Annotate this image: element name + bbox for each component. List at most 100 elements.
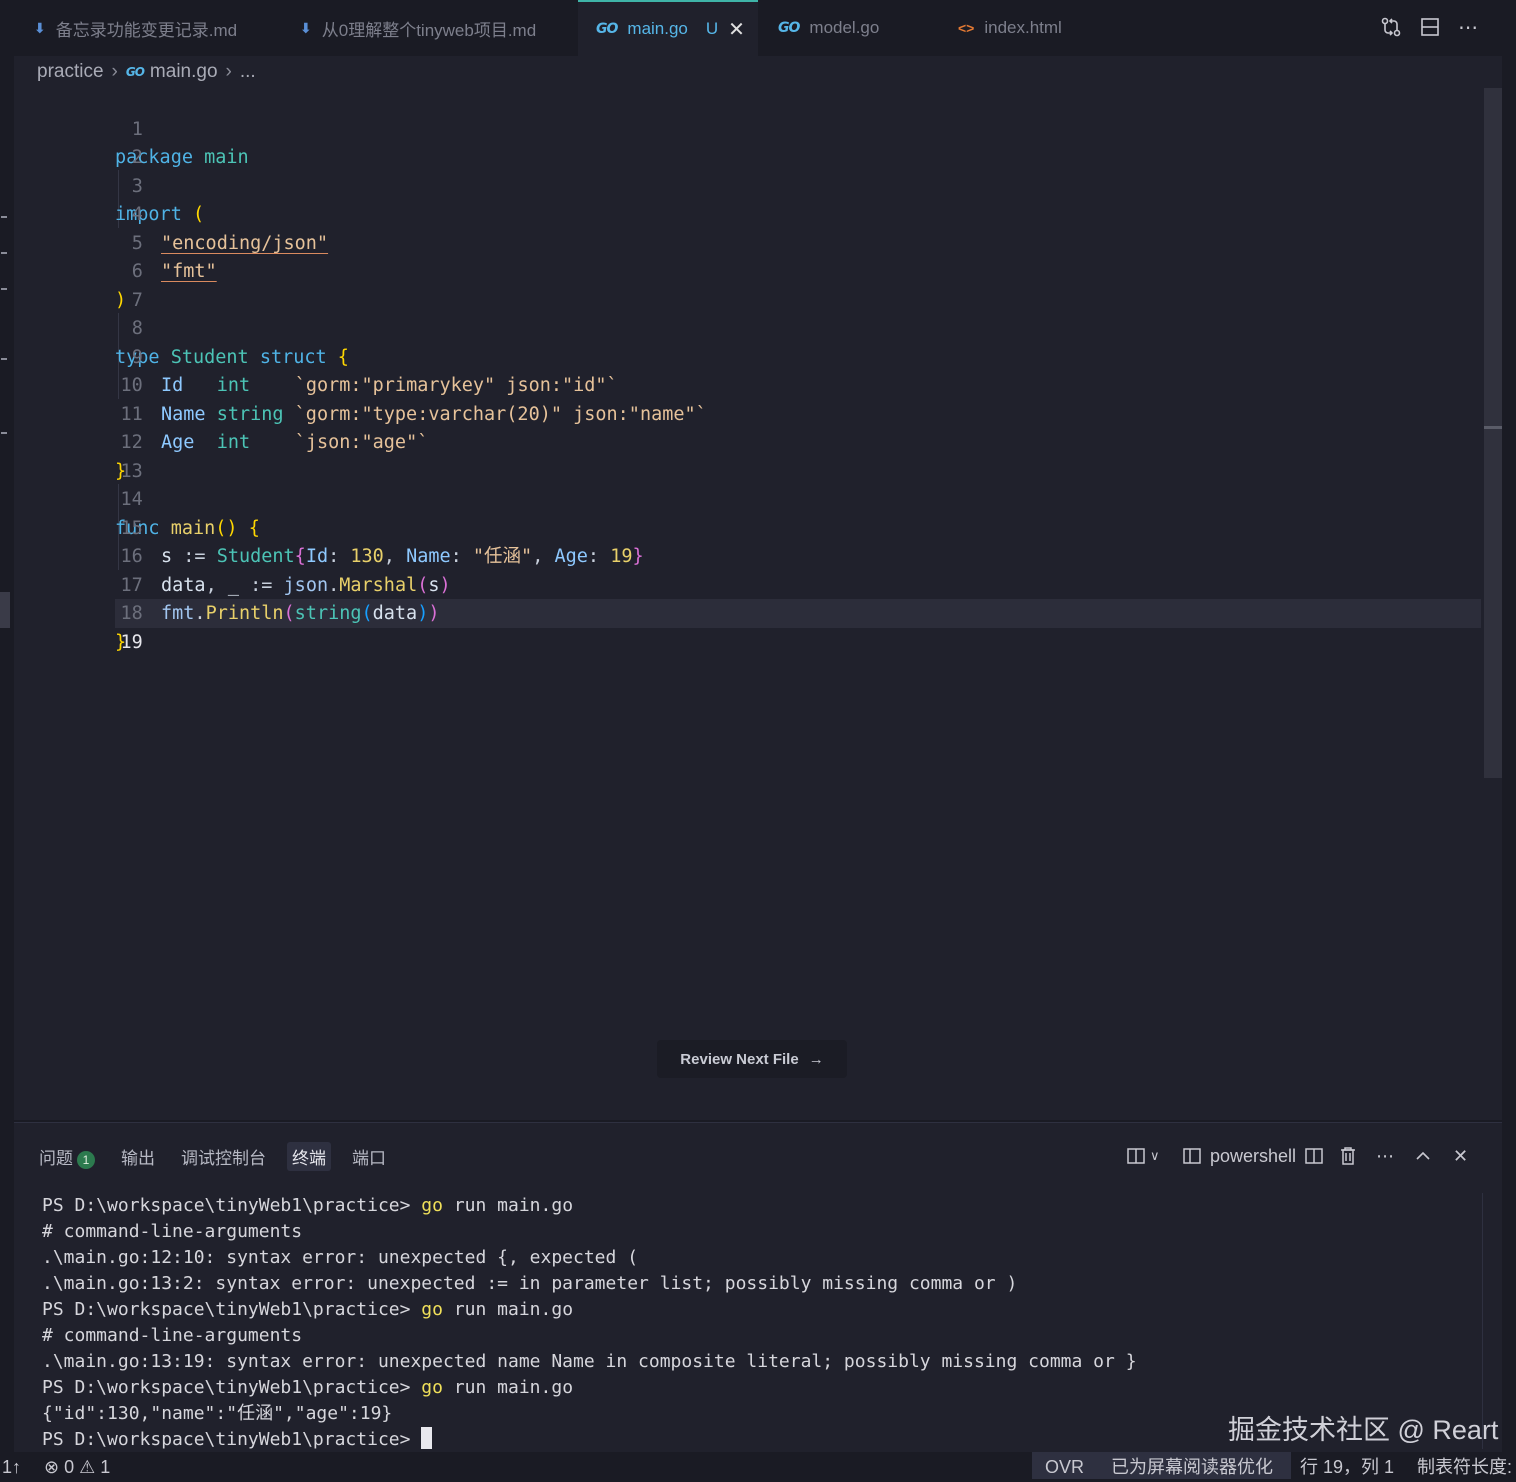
type-name: string — [216, 403, 284, 425]
tab-label: model.go — [809, 18, 880, 37]
terminal-line: PS D:\workspace\tinyWeb1\practice> go ru… — [42, 1297, 1137, 1323]
operator: := — [238, 574, 284, 596]
trash-icon[interactable] — [1339, 1141, 1357, 1171]
breadcrumb-file[interactable]: main.go — [150, 61, 218, 83]
number: 130 — [350, 546, 384, 567]
close-panel-icon[interactable]: ✕ — [1453, 1141, 1468, 1171]
edge-marker — [1, 432, 7, 434]
tab-ports[interactable]: 端口 — [347, 1142, 391, 1171]
tab-output[interactable]: 输出 — [116, 1142, 160, 1171]
field-name: Age — [161, 432, 195, 453]
terminal-line: .\main.go:13:19: syntax error: unexpecte… — [42, 1351, 1137, 1372]
code-line: 4 "encoding/json" — [14, 173, 328, 254]
maximize-panel-icon[interactable] — [1414, 1141, 1432, 1171]
punct: , — [383, 546, 395, 567]
compare-changes-icon[interactable] — [1374, 10, 1408, 44]
edge-marker — [1, 216, 7, 218]
bracket: () — [215, 517, 238, 539]
variable: data — [161, 574, 206, 596]
shell-name: powershell — [1210, 1145, 1297, 1166]
breadcrumb-more[interactable]: ... — [240, 61, 256, 83]
string-literal: "encoding/json" — [161, 232, 329, 254]
line-number: 13 — [120, 460, 143, 482]
html-icon: <> — [958, 20, 975, 36]
editor-scrollbar[interactable] — [1484, 88, 1502, 778]
chevron-down-icon: ∨ — [1150, 1148, 1160, 1163]
tab-main-go[interactable]: GO main.go U ✕ — [578, 0, 758, 56]
split-editor-icon[interactable] — [1413, 10, 1447, 44]
terminal-line: PS D:\workspace\tinyWeb1\practice> — [42, 1427, 1137, 1453]
code-line: 2 — [14, 116, 143, 168]
line-number: 3 — [131, 175, 143, 197]
panel-tabs: 问题 1 输出 调试控制台 终端 端口 — [34, 1141, 407, 1171]
tab-size[interactable]: 制表符长度: — [1417, 1452, 1512, 1479]
tab-label: main.go — [627, 19, 688, 38]
line-number-current: 19 — [120, 631, 143, 653]
line-number: 7 — [131, 289, 143, 311]
problems-status[interactable]: ⊗ 0 ⚠ 1 — [44, 1452, 110, 1479]
more-actions-icon[interactable]: ⋯ — [1376, 1141, 1394, 1171]
tab-index-html[interactable]: <> index.html — [958, 0, 1062, 56]
function-name: main — [170, 517, 216, 539]
tab-memo-md[interactable]: ⬇ 备忘录功能变更记录.md — [34, 0, 237, 56]
field-name: Name — [161, 403, 206, 425]
tab-label: 从0理解整个tinyweb项目.md — [321, 20, 537, 40]
punct: : — [587, 546, 600, 567]
close-icon[interactable]: ✕ — [728, 17, 745, 42]
code-line: 6 ) — [14, 230, 143, 311]
split-terminal-icon[interactable] — [1304, 1141, 1324, 1171]
terminal-command: go — [421, 1299, 443, 1320]
breadcrumb-folder[interactable]: practice — [37, 61, 104, 83]
terminal-args: run main.go — [442, 1377, 574, 1398]
cursor-position[interactable]: 行 19，列 1 — [1300, 1452, 1394, 1479]
markdown-icon: ⬇ — [300, 19, 312, 36]
line-number: 2 — [131, 147, 143, 168]
field-name: Name — [406, 546, 451, 567]
tab-problems[interactable]: 问题 1 — [34, 1142, 100, 1171]
code-line: 15 s := Student{Id: 130, Name: "任涵", Age… — [14, 486, 644, 568]
terminal-output[interactable]: PS D:\workspace\tinyWeb1\practice> go ru… — [42, 1193, 1137, 1453]
tab-terminal[interactable]: 终端 — [287, 1141, 331, 1171]
line-number: 5 — [131, 232, 143, 254]
go-icon: GO — [778, 20, 800, 36]
terminal-cursor — [421, 1427, 433, 1449]
variable: data — [372, 603, 418, 624]
type-name: Student — [216, 546, 295, 567]
code-line: 14 func main() { — [14, 458, 260, 539]
struct-tag: `json:"age"` — [294, 432, 429, 453]
bracket: ( — [361, 603, 373, 624]
terminal-prompt: PS D:\workspace\tinyWeb1\practice> — [42, 1429, 422, 1450]
code-editor[interactable]: practice › GO main.go › ... 1 package ma… — [14, 56, 1502, 1120]
edge-marker — [1, 358, 7, 360]
line-number: 9 — [131, 346, 143, 368]
screen-reader-status[interactable]: 已为屏幕阅读器优化 — [1111, 1452, 1273, 1479]
modified-badge: U — [705, 19, 719, 38]
sync-status[interactable]: 1↑ — [2, 1452, 21, 1479]
terminal-selector[interactable]: powershell — [1182, 1141, 1296, 1171]
punct: . — [328, 574, 340, 596]
code-line: 5 "fmt" — [14, 201, 217, 283]
string-literal: "任涵" — [472, 546, 533, 567]
code-line: 11 Age int `json:"age"` — [14, 372, 429, 454]
new-terminal-dropdown[interactable]: ∨ — [1126, 1141, 1160, 1171]
overtype-mode[interactable]: OVR — [1045, 1452, 1084, 1479]
line-number: 14 — [120, 489, 143, 510]
arrow-right-icon: → — [808, 1050, 824, 1068]
terminal-args: run main.go — [442, 1299, 574, 1320]
more-actions-icon[interactable]: ⋯ — [1451, 10, 1485, 44]
tab-tinyweb-md[interactable]: ⬇ 从0理解整个tinyweb项目.md — [300, 0, 536, 56]
scrollbar-marker — [1484, 426, 1502, 429]
line-number: 6 — [131, 261, 143, 282]
layout-icon — [1127, 1148, 1145, 1164]
tab-debug-console[interactable]: 调试控制台 — [176, 1142, 271, 1171]
tab-model-go[interactable]: GO model.go — [778, 0, 879, 56]
terminal-line: .\main.go:13:2: syntax error: unexpected… — [42, 1273, 1018, 1294]
review-next-file-button[interactable]: Review Next File → — [657, 1040, 847, 1078]
bracket: { — [294, 546, 306, 567]
code-line: 7 — [14, 258, 143, 311]
problems-count-badge: 1 — [77, 1150, 95, 1169]
edge-scroll-indicator — [0, 592, 10, 628]
code-line: 9 Id int `gorm:"primarykey" json:"id"` — [14, 315, 618, 397]
bracket: ( — [417, 574, 429, 596]
terminal-line: .\main.go:12:10: syntax error: unexpecte… — [42, 1247, 639, 1268]
